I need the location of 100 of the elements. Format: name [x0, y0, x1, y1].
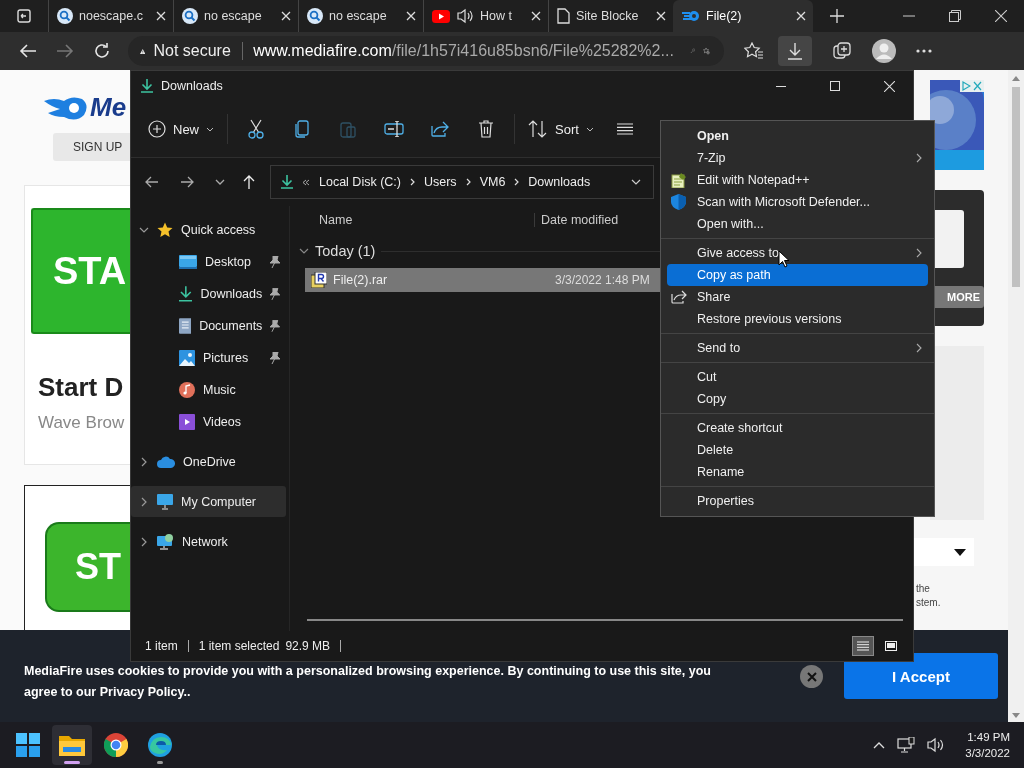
nav-item[interactable]: Videos	[131, 406, 286, 437]
forward-arrow-icon[interactable]	[56, 43, 74, 59]
scrollbar[interactable]	[307, 619, 903, 621]
menu-item[interactable]: Cut	[667, 366, 928, 388]
sort-button[interactable]: Sort	[523, 111, 599, 147]
column-header[interactable]: Date modified	[535, 213, 619, 227]
pin-icon[interactable]	[270, 351, 280, 364]
close-icon[interactable]	[884, 80, 895, 92]
scrollbar[interactable]	[1008, 70, 1024, 722]
maximize-icon[interactable]	[830, 81, 840, 91]
menu-item[interactable]: Delete	[667, 439, 928, 461]
recent-locations-icon[interactable]	[215, 179, 225, 185]
refresh-icon[interactable]	[93, 42, 111, 60]
chevron-right-icon[interactable]	[514, 178, 520, 186]
collapse-chevron-icon[interactable]	[139, 226, 149, 233]
sign-up-button[interactable]: SIGN UP	[53, 133, 130, 161]
expand-chevron-icon[interactable]	[141, 496, 147, 507]
breadcrumb-link[interactable]: Downloads	[528, 175, 591, 189]
menu-item[interactable]: Rename	[667, 461, 928, 483]
group-header[interactable]: Today (1)	[315, 243, 376, 259]
pin-icon[interactable]	[270, 319, 280, 332]
nav-item[interactable]: My Computer	[131, 486, 286, 517]
pin-icon[interactable]	[270, 255, 280, 268]
scroll-down-icon[interactable]	[1012, 713, 1020, 718]
forward-arrow-icon[interactable]	[180, 176, 194, 188]
network-icon[interactable]	[897, 737, 916, 753]
browser-icon	[148, 733, 172, 757]
favorites-icon[interactable]	[744, 42, 764, 60]
close-tab-icon[interactable]	[156, 11, 166, 21]
column-header[interactable]: Name	[293, 213, 535, 227]
restore-icon[interactable]	[949, 10, 961, 22]
music-icon	[179, 381, 195, 398]
nav-item[interactable]: Pictures	[131, 342, 286, 373]
close-tab-icon[interactable]	[281, 11, 291, 21]
more-icon[interactable]	[916, 49, 932, 53]
new-button[interactable]: New	[143, 111, 219, 147]
menu-item[interactable]: Scan with Microsoft Defender...	[667, 191, 928, 213]
details-view-button[interactable]	[853, 637, 873, 655]
expand-chevron-icon[interactable]	[141, 456, 147, 467]
nav-item[interactable]: Downloads	[131, 278, 286, 309]
profile-avatar[interactable]	[872, 39, 896, 63]
clock[interactable]: 1:49 PM 3/3/2022	[965, 729, 1010, 761]
chevron-right-icon[interactable]	[409, 178, 415, 186]
browser-tab[interactable]: File(2)	[673, 0, 813, 32]
expand-chevron-icon[interactable]	[141, 536, 147, 547]
nav-item[interactable]: Network	[131, 526, 286, 557]
nav-item[interactable]: Quick access	[131, 214, 286, 245]
flame-logo-icon	[44, 94, 90, 121]
dropdown-icon[interactable]	[631, 179, 641, 185]
menu-item[interactable]: Send to	[667, 337, 928, 359]
nav-item[interactable]: OneDrive	[131, 446, 286, 477]
chevron-right-icon[interactable]	[465, 178, 471, 186]
menu-item[interactable]: Open	[667, 125, 928, 147]
browser-icon	[104, 733, 128, 757]
taskbar-app[interactable]	[52, 725, 92, 765]
new-tab-icon[interactable]	[830, 9, 844, 23]
breadcrumb-link[interactable]: Local Disk (C:)	[319, 175, 401, 189]
menu-item[interactable]: Edit with Notepad++	[667, 169, 928, 191]
breadcrumb-link[interactable]: VM6	[479, 175, 506, 189]
video-icon	[179, 413, 195, 430]
accept-button[interactable]: I Accept	[844, 653, 998, 699]
scroll-thumb[interactable]	[1012, 87, 1020, 287]
collapse-chevron-icon[interactable]	[299, 248, 309, 254]
speaker-icon[interactable]	[927, 737, 946, 753]
menu-item[interactable]: Properties	[667, 490, 928, 512]
menu-item[interactable]: 7-Zip	[667, 147, 928, 169]
menu-item[interactable]: Copy	[667, 388, 928, 410]
menu-item[interactable]: Create shortcut	[667, 417, 928, 439]
downloads-button[interactable]	[778, 36, 812, 66]
collections-icon[interactable]	[832, 41, 852, 61]
dropdown[interactable]	[914, 538, 974, 566]
back-arrow-icon[interactable]	[145, 176, 159, 188]
minimize-icon[interactable]	[776, 85, 786, 87]
nav-item[interactable]: Music	[131, 374, 286, 405]
network-icon	[157, 533, 174, 550]
pin-icon[interactable]	[270, 287, 280, 300]
cookie-text: MediaFire uses cookies to provide you with a personalized browsing experience. By continuing to use this site, you agree to our Privacy Policy..	[24, 663, 712, 701]
overflow-chevron-icon[interactable]	[302, 178, 310, 186]
close-tab-icon[interactable]	[531, 11, 541, 21]
scroll-up-icon[interactable]	[1012, 76, 1020, 81]
speaker-icon[interactable]	[456, 8, 474, 24]
nav-item[interactable]: Desktop	[131, 246, 286, 277]
tab-actions-icon[interactable]	[17, 9, 31, 23]
address-bar[interactable]: Local Disk (C:) Users VM6 Downloads	[270, 165, 654, 199]
chevron-up-icon[interactable]	[873, 741, 886, 749]
address-bar[interactable]: Not secure www.mediafire.com/file/1h57i416u85bsn6/File%25282%2...	[128, 36, 724, 66]
search-icon	[57, 8, 73, 24]
close-tab-icon[interactable]	[656, 11, 666, 21]
menu-item[interactable]: Restore previous versions	[667, 308, 928, 330]
menu-item[interactable]: Open with...	[667, 213, 928, 235]
menu-item[interactable]: Give access to	[667, 242, 928, 264]
menu-item[interactable]: Copy as path	[667, 264, 928, 286]
close-tab-icon[interactable]	[406, 11, 416, 21]
scissors-icon	[248, 119, 264, 139]
up-arrow-icon[interactable]	[243, 175, 255, 189]
breadcrumb-link[interactable]: Users	[423, 175, 457, 189]
close-tab-icon[interactable]	[796, 11, 806, 21]
close-icon[interactable]	[995, 10, 1007, 22]
close-banner-button[interactable]	[800, 665, 823, 688]
nav-item[interactable]: Documents	[131, 310, 286, 341]
